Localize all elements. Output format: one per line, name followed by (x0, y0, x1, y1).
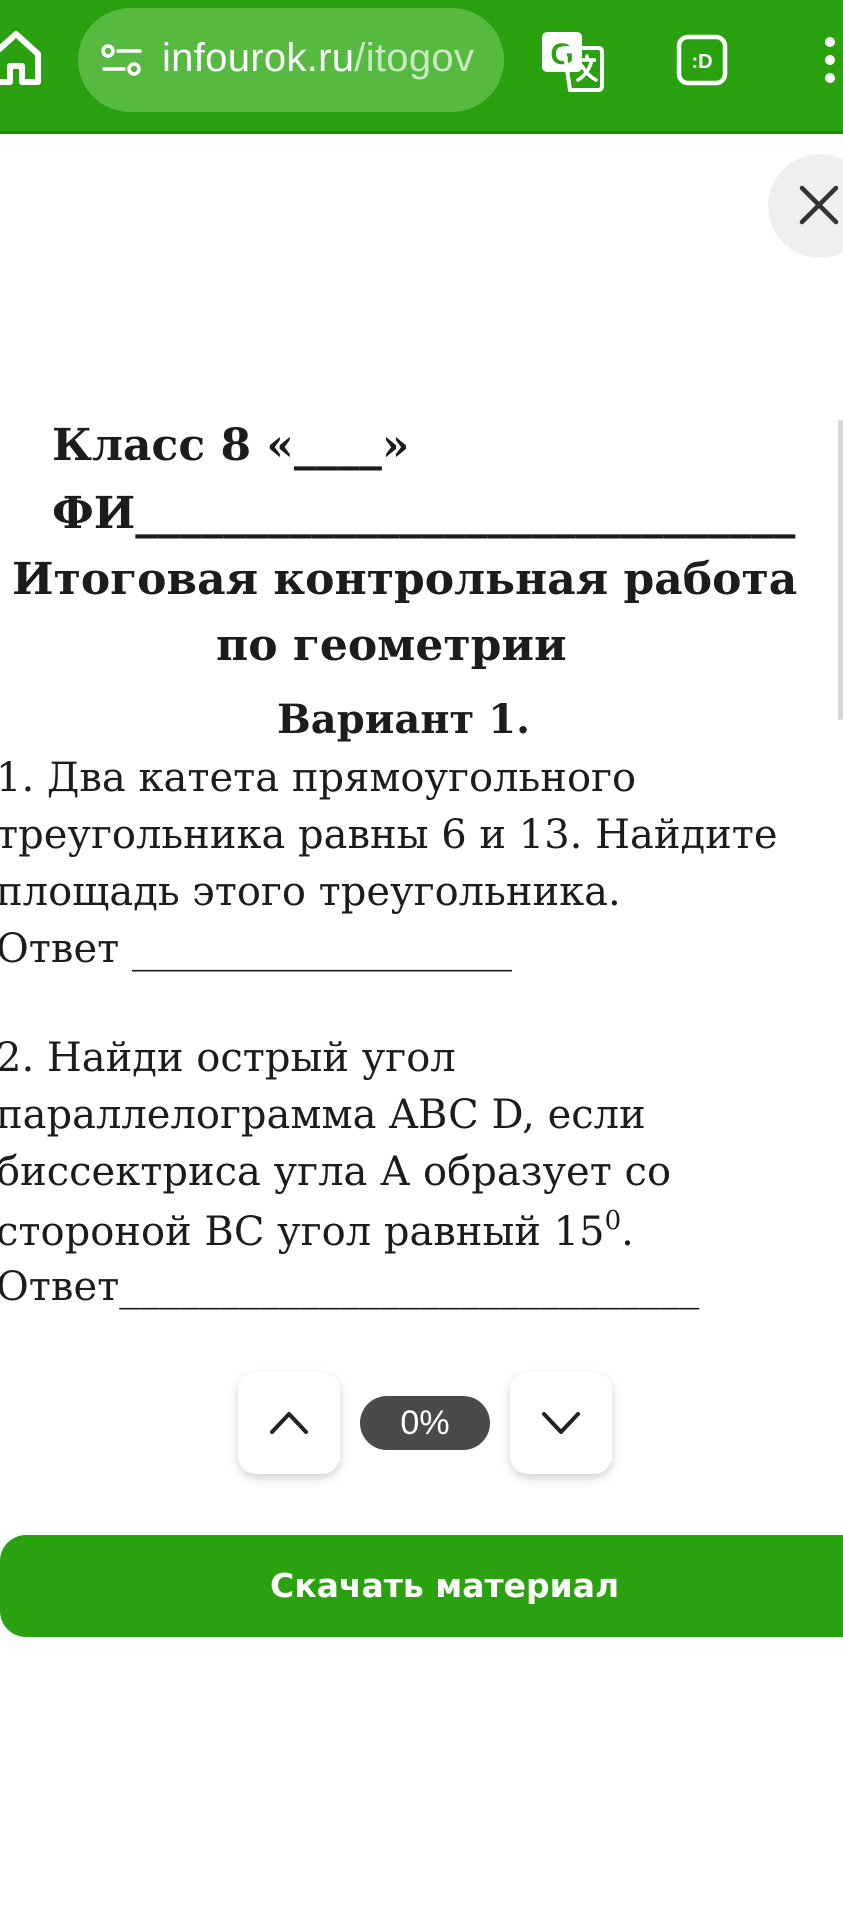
tune-icon[interactable] (100, 44, 144, 76)
chevron-up-icon (270, 1412, 308, 1434)
progress-indicator: 0% (360, 1396, 490, 1450)
degree-superscript: 0 (604, 1206, 622, 1236)
url-path: /itogov (354, 36, 475, 80)
previous-page-button[interactable] (238, 1372, 340, 1474)
question-2-line-4-text: стороной ВС угол равный 15 (0, 1209, 605, 1255)
close-icon (799, 185, 839, 225)
question-2-line-1: 2. Найди острый угол (0, 1035, 456, 1081)
scrollbar[interactable] (838, 420, 843, 720)
url-bar[interactable]: infourok.ru/itogov (78, 8, 504, 112)
extension-button[interactable]: :D (676, 34, 728, 86)
home-button[interactable] (0, 28, 44, 88)
translate-button[interactable]: G (540, 30, 604, 92)
question-1-line-1: 1. Два катета прямоугольного (0, 755, 637, 801)
question-2-line-4-end: . (621, 1209, 634, 1255)
download-material-button[interactable]: Скачать материал (0, 1535, 843, 1637)
question-1-answer: Ответ ___________________ (0, 926, 512, 972)
question-2-answer: Ответ_____________________________ (0, 1264, 700, 1310)
translate-icon: G (542, 32, 604, 92)
class-line: Класс 8 «____» (52, 420, 410, 471)
browser-toolbar: infourok.ru/itogov G :D (0, 0, 843, 134)
variant-label: Вариант 1. (277, 696, 531, 743)
question-2-line-3: биссектриса угла А образует со (0, 1149, 672, 1195)
extension-label: :D (691, 51, 712, 73)
toolbar-divider (0, 131, 843, 134)
name-line: ФИ______________________________ (52, 488, 796, 539)
url-text[interactable]: infourok.ru/itogov (162, 36, 474, 81)
more-vertical-icon (825, 37, 835, 83)
home-icon (0, 31, 41, 85)
download-label: Скачать материал (270, 1566, 620, 1605)
next-page-button[interactable] (510, 1372, 612, 1474)
question-2-line-4: стороной ВС угол равный 150. (0, 1206, 634, 1261)
url-domain: infourok.ru (162, 36, 355, 80)
question-2-line-2: параллелограмма ABC D, если (0, 1092, 646, 1138)
close-button[interactable] (768, 154, 843, 258)
chevron-down-icon (542, 1412, 580, 1434)
title-line-2: по геометрии (216, 620, 567, 671)
question-1-line-3: площадь этого треугольника. (0, 869, 621, 915)
svg-text:G: G (550, 38, 573, 71)
question-1-line-2: треугольника равны 6 и 13. Найдите (0, 812, 778, 858)
more-menu-button[interactable] (820, 36, 840, 84)
title-line-1: Итоговая контрольная работа (12, 554, 798, 605)
extension-icon: :D (676, 34, 728, 86)
